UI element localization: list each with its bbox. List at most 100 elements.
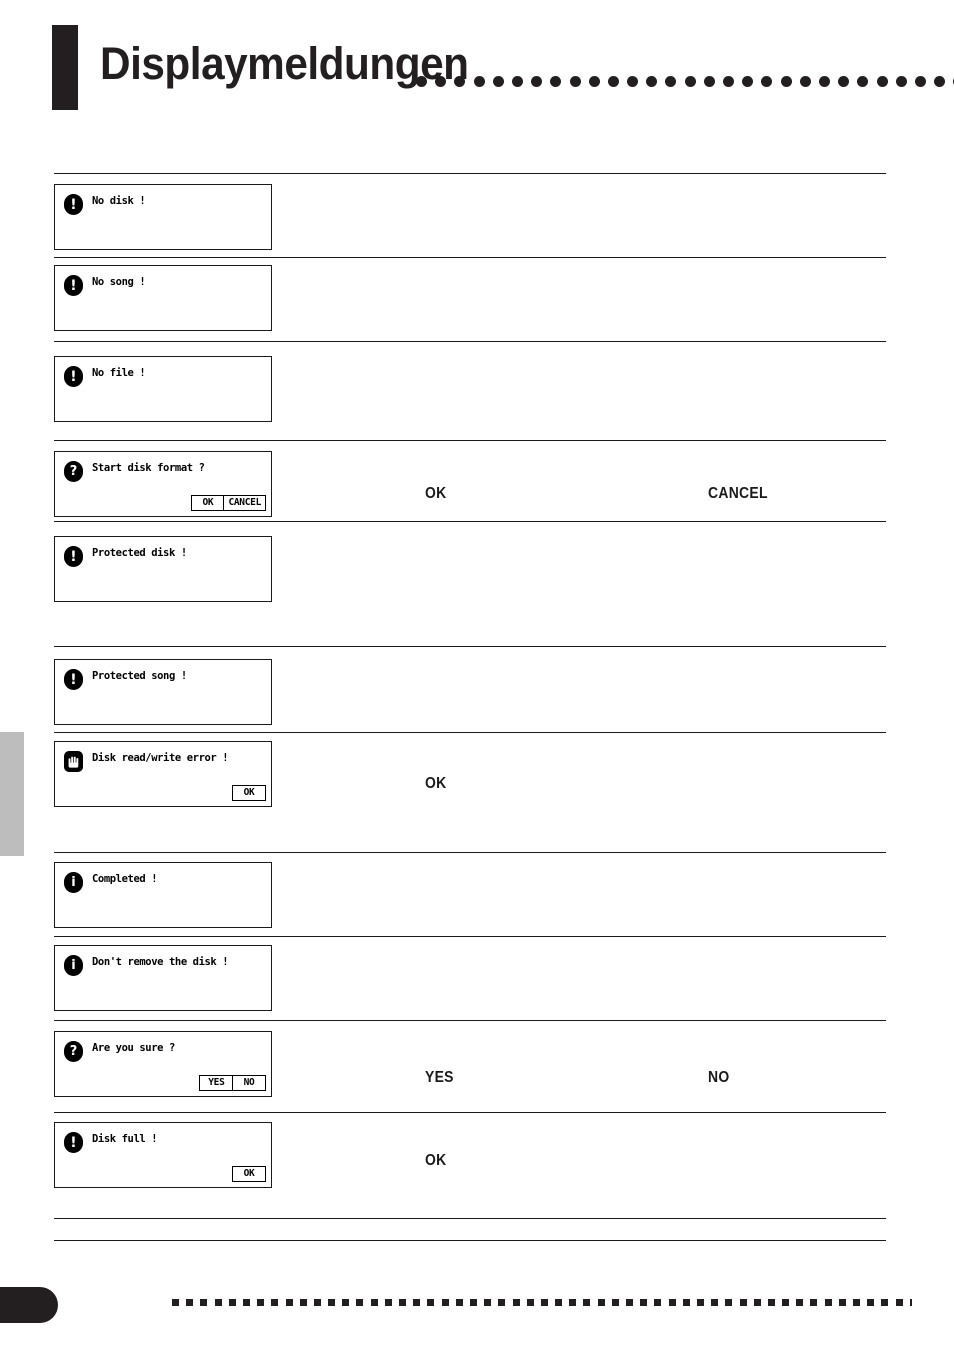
icon-glyph	[64, 751, 83, 772]
lcd-message-panel: ? Start disk format ? OK CANCEL	[54, 451, 272, 517]
exclamation-icon: !	[64, 669, 83, 690]
footer-dot	[640, 1298, 648, 1306]
lcd-message-panel: ! Disk full ! OK	[54, 1122, 272, 1188]
header-dot	[492, 75, 504, 87]
lcd-button-no[interactable]: NO	[232, 1075, 266, 1091]
question-icon: ?	[64, 461, 83, 482]
footer-dot	[696, 1298, 704, 1306]
footer-dot	[484, 1298, 492, 1306]
footer-dot	[242, 1298, 250, 1306]
lcd-message-panel: ! No file !	[54, 356, 272, 422]
description-term-cancel: CANCEL	[708, 485, 768, 502]
lcd-screen: i Completed !	[55, 863, 271, 927]
footer-dot	[782, 1298, 790, 1306]
description-term-ok: OK	[425, 1152, 447, 1169]
lcd-message-text: Disk read/write error !	[92, 752, 229, 764]
lcd-button-cancel[interactable]: CANCEL	[223, 495, 266, 511]
header-dot	[588, 75, 600, 87]
side-index-tab	[0, 732, 24, 856]
footer-dot	[469, 1298, 477, 1306]
row-separator	[54, 646, 886, 647]
header-dot	[914, 75, 926, 87]
question-icon: ?	[64, 1041, 83, 1062]
row-separator	[54, 173, 886, 174]
header-dot	[780, 75, 792, 87]
footer-dot	[313, 1298, 321, 1306]
footer-page-tab	[0, 1287, 58, 1323]
lcd-message-panel: i Completed !	[54, 862, 272, 928]
footer-dot	[540, 1298, 548, 1306]
header-dot	[569, 75, 581, 87]
exclamation-icon: !	[64, 546, 83, 567]
icon-glyph: !	[70, 1134, 77, 1151]
header-dot	[416, 75, 427, 87]
description-term-yes: YES	[425, 1069, 454, 1086]
lcd-message-line: i Don't remove the disk !	[55, 946, 271, 976]
footer-dot	[711, 1298, 719, 1306]
lcd-screen: ! No song !	[55, 266, 271, 330]
lcd-message-line: ! Disk full !	[55, 1123, 271, 1153]
row-separator	[54, 341, 886, 342]
header-dot	[799, 75, 811, 87]
footer-dot	[853, 1298, 860, 1306]
description-term-no: NO	[708, 1069, 730, 1086]
footer-dot	[328, 1298, 336, 1306]
lcd-button-group: OK CANCEL	[190, 495, 266, 511]
header-dot	[876, 75, 888, 87]
header-dot	[742, 75, 754, 87]
icon-glyph: i	[71, 957, 76, 973]
page-title: Displaymeldungen	[100, 38, 469, 89]
header-dot-rule	[416, 74, 954, 88]
row-separator	[54, 1112, 886, 1113]
lcd-message-text: Don't remove the disk !	[92, 956, 229, 968]
description-term-ok: OK	[425, 485, 447, 502]
lcd-message-panel: ! No disk !	[54, 184, 272, 250]
row-separator	[54, 1020, 886, 1021]
lcd-message-text: Protected disk !	[92, 547, 187, 559]
icon-glyph: ?	[69, 463, 78, 479]
hand-stop-icon	[64, 751, 83, 772]
lcd-message-text: Disk full !	[92, 1133, 158, 1145]
footer-dot	[271, 1298, 279, 1306]
footer-dot	[895, 1298, 903, 1306]
icon-glyph: !	[70, 671, 77, 688]
footer-dot	[427, 1298, 435, 1306]
row-separator	[54, 852, 886, 853]
exclamation-icon: !	[64, 366, 83, 387]
lcd-button-ok[interactable]: OK	[190, 495, 225, 511]
footer-dot	[413, 1298, 421, 1306]
lcd-message-line: ! No disk !	[55, 185, 271, 215]
lcd-message-text: Completed !	[92, 873, 158, 885]
lcd-screen: i Don't remove the disk !	[55, 946, 271, 1010]
exclamation-icon: !	[64, 194, 83, 215]
header-dot	[550, 75, 562, 87]
lcd-screen: ! Disk full ! OK	[55, 1123, 271, 1187]
footer-dot	[654, 1298, 662, 1306]
lcd-message-text: Protected song !	[92, 670, 187, 682]
lcd-message-panel: ! Protected disk !	[54, 536, 272, 602]
header-dot	[665, 75, 677, 87]
lcd-message-line: Disk read/write error !	[55, 742, 271, 772]
row-separator	[54, 732, 886, 733]
footer-dot	[796, 1298, 804, 1306]
lcd-message-text: No file !	[92, 367, 146, 379]
lcd-message-text: Start disk format ?	[92, 462, 205, 474]
header-dot	[435, 75, 447, 87]
footer-dot	[555, 1298, 563, 1306]
header-dot	[454, 75, 466, 87]
lcd-message-line: ! No song !	[55, 266, 271, 296]
header-dot	[857, 75, 869, 87]
footer-dot	[370, 1298, 378, 1306]
lcd-button-ok[interactable]: OK	[232, 1166, 266, 1182]
lcd-message-panel: ! No song !	[54, 265, 272, 331]
header-dot	[684, 75, 696, 87]
lcd-button-yes[interactable]: YES	[199, 1075, 234, 1091]
footer-dot	[881, 1298, 889, 1306]
lcd-button-ok[interactable]: OK	[232, 785, 266, 801]
footer-dot	[399, 1298, 406, 1306]
row-separator	[54, 440, 886, 441]
footer-dot	[228, 1298, 236, 1306]
footer-dot	[200, 1298, 208, 1306]
row-separator	[54, 257, 886, 258]
lcd-message-panel: ? Are you sure ? YES NO	[54, 1031, 272, 1097]
